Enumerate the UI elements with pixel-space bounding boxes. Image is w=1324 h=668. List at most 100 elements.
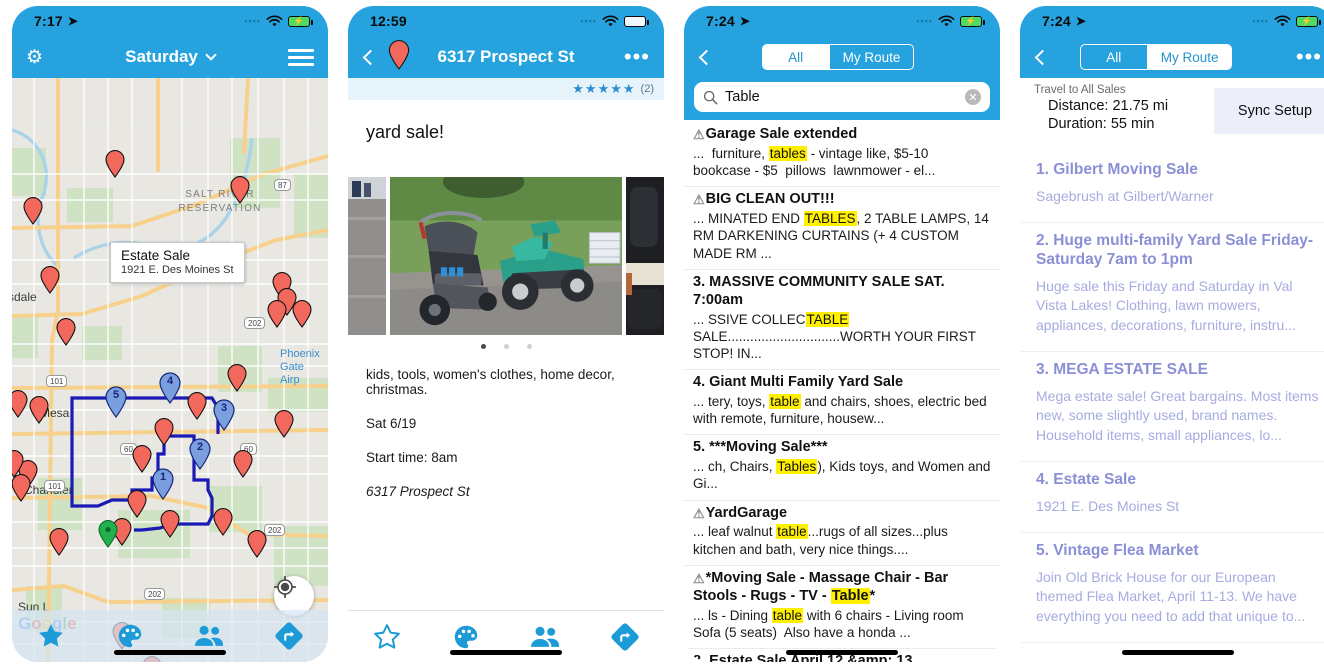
gear-icon[interactable]: ⚙ (26, 46, 43, 69)
sale-pin[interactable] (127, 490, 147, 518)
highlight-term: Table (830, 587, 870, 604)
status-right: •••• ⚡ (244, 14, 313, 28)
carousel-prev-preview[interactable] (348, 177, 386, 335)
result-row-2[interactable]: ⚠BIG CLEAN OUT!!! ... MINATED END TABLES… (684, 187, 1000, 270)
carousel-dot[interactable] (526, 344, 532, 349)
result-title: 4. Giant Multi Family Yard Sale (693, 374, 904, 390)
route-shield-202b: 202 (264, 524, 286, 536)
filter-segmented-control[interactable]: All My Route (1079, 44, 1233, 70)
highlight-term: table (769, 393, 801, 409)
tab-all[interactable]: All (762, 45, 829, 69)
sale-pin[interactable] (227, 364, 247, 392)
nav-bar: 6317 Prospect St ••• (348, 36, 664, 78)
more-dots-icon[interactable]: ••• (624, 46, 650, 68)
sale-pin[interactable] (292, 300, 312, 328)
sale-pin[interactable] (12, 474, 31, 502)
sale-pin[interactable] (12, 450, 24, 478)
highlight-term: Tables (776, 459, 818, 475)
route-item-subtitle: Sagebrush at Gilbert/Warner (1036, 187, 1214, 204)
people-icon[interactable] (193, 621, 225, 651)
route-stop-pin-2[interactable]: 2 (188, 438, 212, 470)
route-list-item[interactable]: 5. Vintage Flea Market Join Old Brick Ho… (1020, 533, 1324, 643)
carousel-dot[interactable] (503, 344, 509, 349)
result-row-5[interactable]: 5. ***Moving Sale*** ... ch, Chairs, Tab… (684, 435, 1000, 501)
route-stop-pin-5[interactable]: 5 (104, 386, 128, 418)
warning-triangle-icon: ⚠ (693, 570, 705, 586)
sale-pin[interactable] (233, 450, 253, 478)
star-outline-icon[interactable] (372, 622, 402, 652)
route-list-item[interactable]: 3. MEGA ESTATE SALE Mega estate sale! Gr… (1020, 352, 1324, 462)
map-canvas[interactable]: SALT RIVER RESERVATION sdale Mesa Chandl… (12, 78, 328, 662)
people-icon[interactable] (529, 622, 561, 652)
chevron-left-icon[interactable] (1034, 49, 1051, 65)
route-stop-pin-3[interactable]: 3 (212, 399, 236, 431)
map-callout[interactable]: Estate Sale 1921 E. Des Moines St (110, 242, 245, 283)
battery-icon: ⚡ (960, 15, 985, 27)
route-list-item[interactable]: 2. Huge multi-family Yard Sale Friday-Sa… (1020, 223, 1324, 352)
result-row-1[interactable]: ⚠Garage Sale extended ... furniture, tab… (684, 122, 1000, 188)
chevron-down-icon[interactable] (205, 49, 217, 61)
route-stop-pin-4[interactable]: 4 (158, 372, 182, 404)
sale-pin[interactable] (213, 508, 233, 536)
sale-pin[interactable] (49, 528, 69, 556)
route-stops-list[interactable]: 1. Gilbert Moving Sale Sagebrush at Gilb… (1020, 152, 1324, 662)
route-stop-pin-1[interactable]: 1 (151, 468, 175, 500)
directions-diamond-icon[interactable] (274, 621, 304, 651)
sale-pin[interactable] (23, 197, 43, 225)
directions-diamond-icon[interactable] (610, 622, 640, 652)
carousel-dot[interactable] (480, 344, 486, 349)
sale-pin[interactable] (274, 410, 294, 438)
more-dots-icon[interactable]: ••• (1296, 46, 1322, 68)
result-row-6[interactable]: ⚠YardGarage ... leaf walnut table...rugs… (684, 501, 1000, 566)
result-row-4[interactable]: 4. Giant Multi Family Yard Sale ... tery… (684, 370, 1000, 436)
tab-my-route[interactable]: My Route (1146, 45, 1232, 69)
carousel-photo[interactable] (390, 177, 622, 335)
photo-carousel[interactable] (348, 177, 664, 335)
sale-pin[interactable] (29, 396, 49, 424)
current-location-pin[interactable] (98, 520, 118, 548)
route-list-item[interactable]: 4. Estate Sale 1921 E. Des Moines St (1020, 462, 1324, 534)
chevron-left-icon[interactable] (362, 49, 379, 65)
travel-summary: Travel to All Sales Distance: 21.75 mi D… (1020, 78, 1324, 140)
result-snippet: ... tery, toys, table and chairs, shoes,… (693, 393, 987, 427)
carousel-next-preview[interactable] (626, 177, 664, 335)
page-title: Saturday (12, 47, 328, 67)
sale-pin[interactable] (247, 530, 267, 558)
wifi-icon (1274, 14, 1291, 26)
sale-pin[interactable] (187, 392, 207, 420)
sale-pin[interactable] (56, 318, 76, 346)
route-shield-202a: 202 (244, 317, 266, 329)
search-query-text[interactable]: Table (725, 89, 958, 105)
result-title: 5. ***Moving Sale*** (693, 439, 828, 456)
sale-pin[interactable] (230, 176, 250, 204)
star-filled-icon[interactable] (36, 621, 66, 651)
route-item-title: 3. MEGA ESTATE SALE (1036, 360, 1208, 378)
result-title: ⚠BIG CLEAN OUT!!! (693, 191, 991, 209)
tab-my-route[interactable]: My Route (828, 45, 914, 69)
hamburger-icon[interactable] (288, 48, 314, 66)
palette-icon[interactable] (451, 622, 481, 652)
result-title: ⚠*Moving Sale - Massage Chair - Bar Stoo… (693, 569, 949, 604)
map-pin-icon[interactable] (388, 39, 410, 75)
route-list-item[interactable]: 1. Gilbert Moving Sale Sagebrush at Gilb… (1020, 152, 1324, 224)
result-row-7[interactable]: ⚠*Moving Sale - Massage Chair - Bar Stoo… (684, 566, 1000, 649)
palette-icon[interactable] (115, 621, 145, 651)
sale-pin[interactable] (105, 150, 125, 178)
search-results-list[interactable]: ⚠Garage Sale extended ... furniture, tab… (684, 122, 1000, 662)
warning-triangle-icon: ⚠ (693, 192, 705, 208)
tab-all[interactable]: All (1081, 45, 1147, 69)
sync-setup-button[interactable]: Sync Setup (1214, 88, 1324, 134)
sale-pin[interactable] (267, 300, 287, 328)
chevron-left-icon[interactable] (698, 49, 715, 65)
sale-pin[interactable] (12, 390, 28, 418)
sale-pin[interactable] (40, 266, 60, 294)
filter-segmented-control[interactable]: All My Route (761, 44, 915, 70)
clear-icon[interactable]: ✕ (965, 89, 981, 105)
sale-pin[interactable] (160, 510, 180, 538)
result-title: 3. MASSIVE COMMUNITY SALE SAT. 7:00am (693, 273, 945, 308)
sale-pin[interactable] (154, 418, 174, 446)
result-row-3[interactable]: 3. MASSIVE COMMUNITY SALE SAT. 7:00am ..… (684, 270, 1000, 370)
highlight-term: table (771, 607, 804, 623)
sale-pin[interactable] (132, 445, 152, 473)
search-input[interactable]: Table ✕ (694, 82, 990, 112)
